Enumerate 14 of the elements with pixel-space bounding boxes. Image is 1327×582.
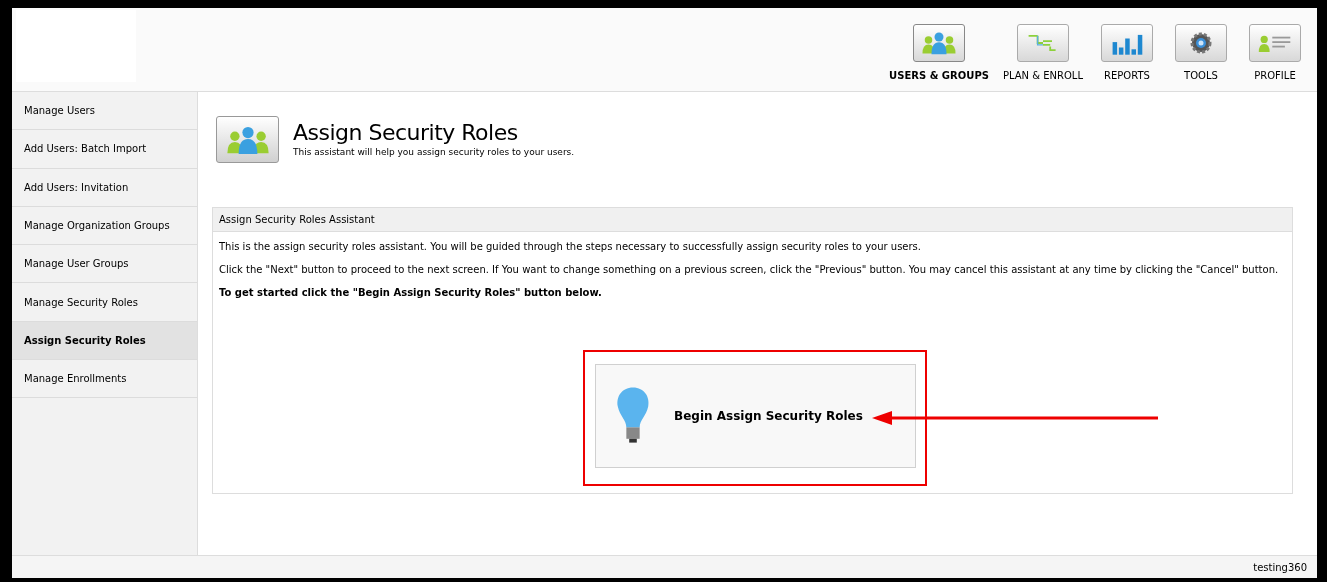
nav-tab[interactable]: TOOLS (1171, 24, 1231, 83)
instruction-text: This is the assign security roles assistant. You will be guided through the steps necessary to successfully assign security roles to your users. (219, 240, 922, 253)
page-title: Assign Security Roles (293, 119, 519, 146)
instruction-text: To get started click the "Begin Assign Security Roles" button below. (219, 286, 603, 299)
instruction-text: Click the "Next" button to proceed to the next screen. If You want to change something on a previous screen, click the "Previous" button. You may cancel this assistant at any time by clicking the "Cancel" button. (219, 263, 1280, 276)
begin-button[interactable]: Begin Assign Security Roles (595, 364, 916, 468)
page-subtitle: This assistant will help you assign security roles to your users. (293, 145, 575, 159)
sidebar-item[interactable]: Assign Security Roles (12, 321, 197, 361)
nav-tab[interactable]: REPORTS (1097, 24, 1157, 83)
nav-tab[interactable]: PROFILE (1245, 24, 1305, 83)
panel-header: Assign Security Roles Assistant (213, 208, 1292, 232)
username: testing360 (1253, 560, 1307, 575)
nav-tab[interactable]: PLAN & ENROLL (1002, 24, 1083, 83)
nav-tab[interactable]: USERS & GROUPS (889, 24, 989, 83)
